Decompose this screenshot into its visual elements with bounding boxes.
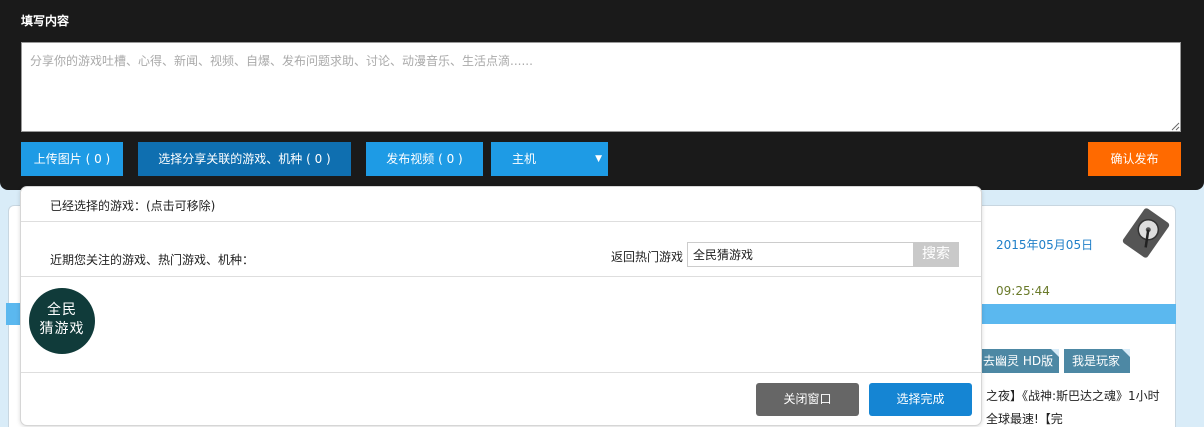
divider bbox=[21, 276, 981, 277]
game-select-modal: 已经选择的游戏：(点击可移除) 近期您关注的游戏、热门游戏、机种： 返回热门游戏… bbox=[20, 186, 982, 426]
background-time: 09:25:44 bbox=[996, 284, 1050, 298]
resize-grip-icon[interactable] bbox=[1170, 121, 1180, 131]
game-logo-text: 猜游戏 bbox=[39, 321, 85, 337]
upload-image-button[interactable]: 上传图片 ( 0 ) bbox=[21, 142, 123, 176]
recent-games-title: 近期您关注的游戏、热门游戏、机种： bbox=[50, 253, 255, 267]
background-tag[interactable]: 去幽灵 HD版 bbox=[975, 349, 1059, 373]
selected-games-title: 已经选择的游戏：(点击可移除) bbox=[50, 199, 216, 213]
divider bbox=[21, 221, 981, 222]
dropdown-arrow-icon: ▼ bbox=[595, 154, 602, 164]
background-news-line[interactable]: 全球最速!【完 bbox=[986, 410, 1172, 427]
background-blue-bar bbox=[980, 304, 1176, 324]
publish-button[interactable]: 确认发布 bbox=[1088, 142, 1181, 176]
background-news-line[interactable]: 之夜】《战神:斯巴达之魂》1小时 bbox=[986, 387, 1172, 404]
back-to-hot-games-link[interactable]: 返回热门游戏 bbox=[611, 248, 683, 265]
hard-drive-icon bbox=[1118, 205, 1174, 261]
choose-game-button[interactable]: 选择分享关联的游戏、机种 ( 0 ) bbox=[138, 142, 351, 176]
divider bbox=[21, 372, 981, 373]
close-window-button[interactable]: 关闭窗口 bbox=[756, 383, 859, 416]
editor-title: 填写内容 bbox=[21, 14, 70, 28]
post-editor-panel: 填写内容 上传图片 ( 0 ) 选择分享关联的游戏、机种 ( 0 ) 发布视频 … bbox=[0, 0, 1204, 190]
selection-done-button[interactable]: 选择完成 bbox=[869, 383, 972, 416]
background-date: 2015年05月05日 bbox=[996, 238, 1094, 252]
content-textarea[interactable] bbox=[21, 42, 1181, 132]
post-video-button[interactable]: 发布视频 ( 0 ) bbox=[366, 142, 483, 176]
game-logo-text: 全民 bbox=[47, 302, 77, 318]
console-select-value: 主机 bbox=[512, 152, 537, 166]
game-logo-quanmin-cai-youxi[interactable]: 全民 猜游戏 bbox=[29, 288, 95, 354]
console-select[interactable]: 主机 ▼ bbox=[491, 142, 608, 176]
game-search-input[interactable] bbox=[687, 242, 915, 267]
search-button[interactable]: 搜索 bbox=[913, 242, 959, 267]
background-tag[interactable]: 我是玩家 bbox=[1064, 349, 1130, 373]
